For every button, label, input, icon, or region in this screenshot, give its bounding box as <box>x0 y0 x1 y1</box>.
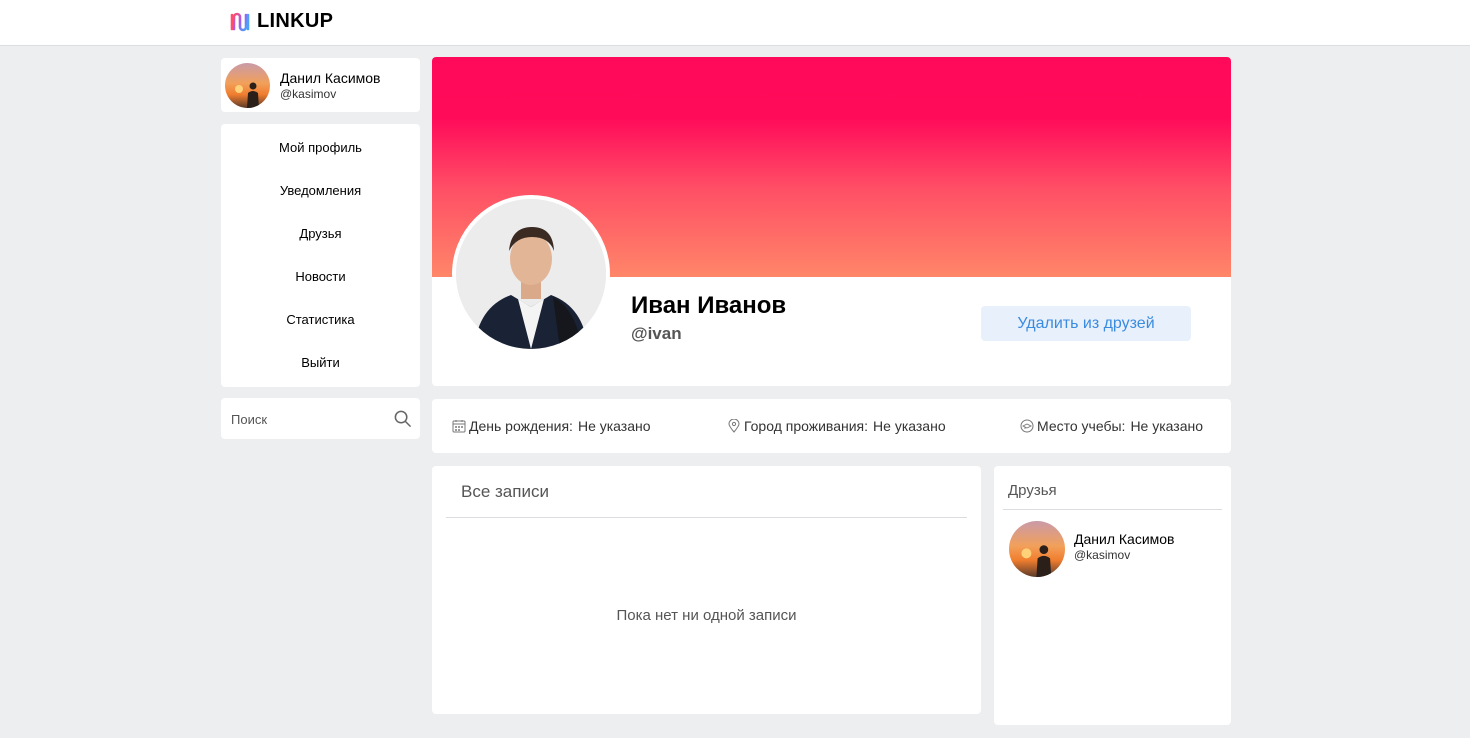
friends-title: Друзья <box>1008 482 1057 499</box>
nav-item-logout[interactable]: Выйти <box>221 348 420 378</box>
friend-item[interactable]: Данил Касимов @kasimov <box>1009 521 1219 578</box>
sidebar-nav: Мой профиль Уведомления Друзья Новости С… <box>221 124 420 387</box>
posts-section: Все записи Пока нет ни одной записи <box>432 466 981 714</box>
linkup-logo-icon <box>230 12 250 31</box>
city-value: Не указано <box>873 418 946 434</box>
search-input[interactable] <box>231 408 381 430</box>
current-user-card[interactable]: Данил Касимов @kasimov <box>221 58 420 112</box>
school-icon <box>1020 419 1034 433</box>
nav-item-news[interactable]: Новости <box>221 262 420 292</box>
posts-title: Все записи <box>461 482 549 501</box>
location-pin-icon <box>728 419 740 433</box>
search-box <box>221 398 420 439</box>
friend-handle: @kasimov <box>1074 548 1131 562</box>
friends-divider <box>1003 509 1222 510</box>
study-value: Не указано <box>1130 418 1204 434</box>
nav-item-notifications[interactable]: Уведомления <box>221 176 420 206</box>
nav-item-statistics[interactable]: Статистика <box>221 305 420 335</box>
profile-name: Иван Иванов <box>631 292 787 319</box>
top-bar: LINKUP <box>0 0 1470 46</box>
nav-item-friends[interactable]: Друзья <box>221 219 420 249</box>
posts-divider <box>446 517 967 518</box>
profile-handle: @ivan <box>631 324 682 343</box>
calendar-icon <box>452 420 466 433</box>
birthday-label: День рождения: <box>469 418 573 434</box>
nav-item-my-profile[interactable]: Мой профиль <box>221 133 420 163</box>
friend-name: Данил Касимов <box>1074 531 1175 547</box>
city-label: Город проживания: <box>744 418 869 434</box>
app-logo[interactable]: LINKUP <box>229 10 333 33</box>
friends-section: Друзья Данил Касимов @kasimov <box>994 466 1231 725</box>
info-study: Место учебы: Не указано <box>1020 418 1203 434</box>
current-user-avatar <box>225 63 270 108</box>
posts-empty-message: Пока нет ни одной записи <box>616 607 797 624</box>
profile-header: Иван Иванов @ivan Удалить из друзей <box>432 57 1231 386</box>
current-user-name: Данил Касимов <box>280 70 381 86</box>
friend-avatar <box>1009 521 1065 577</box>
profile-avatar <box>452 195 610 353</box>
search-icon[interactable] <box>393 409 412 428</box>
remove-friend-button[interactable]: Удалить из друзей <box>981 306 1191 341</box>
info-city: Город проживания: Не указано <box>727 418 946 434</box>
app-name: LINKUP <box>257 10 334 32</box>
study-label: Место учебы: <box>1037 418 1126 434</box>
birthday-value: Не указано <box>577 418 651 434</box>
profile-info-bar: День рождения: Не указано Город проживан… <box>432 399 1231 453</box>
info-birthday: День рождения: Не указано <box>452 418 651 434</box>
current-user-handle: @kasimov <box>280 87 337 101</box>
